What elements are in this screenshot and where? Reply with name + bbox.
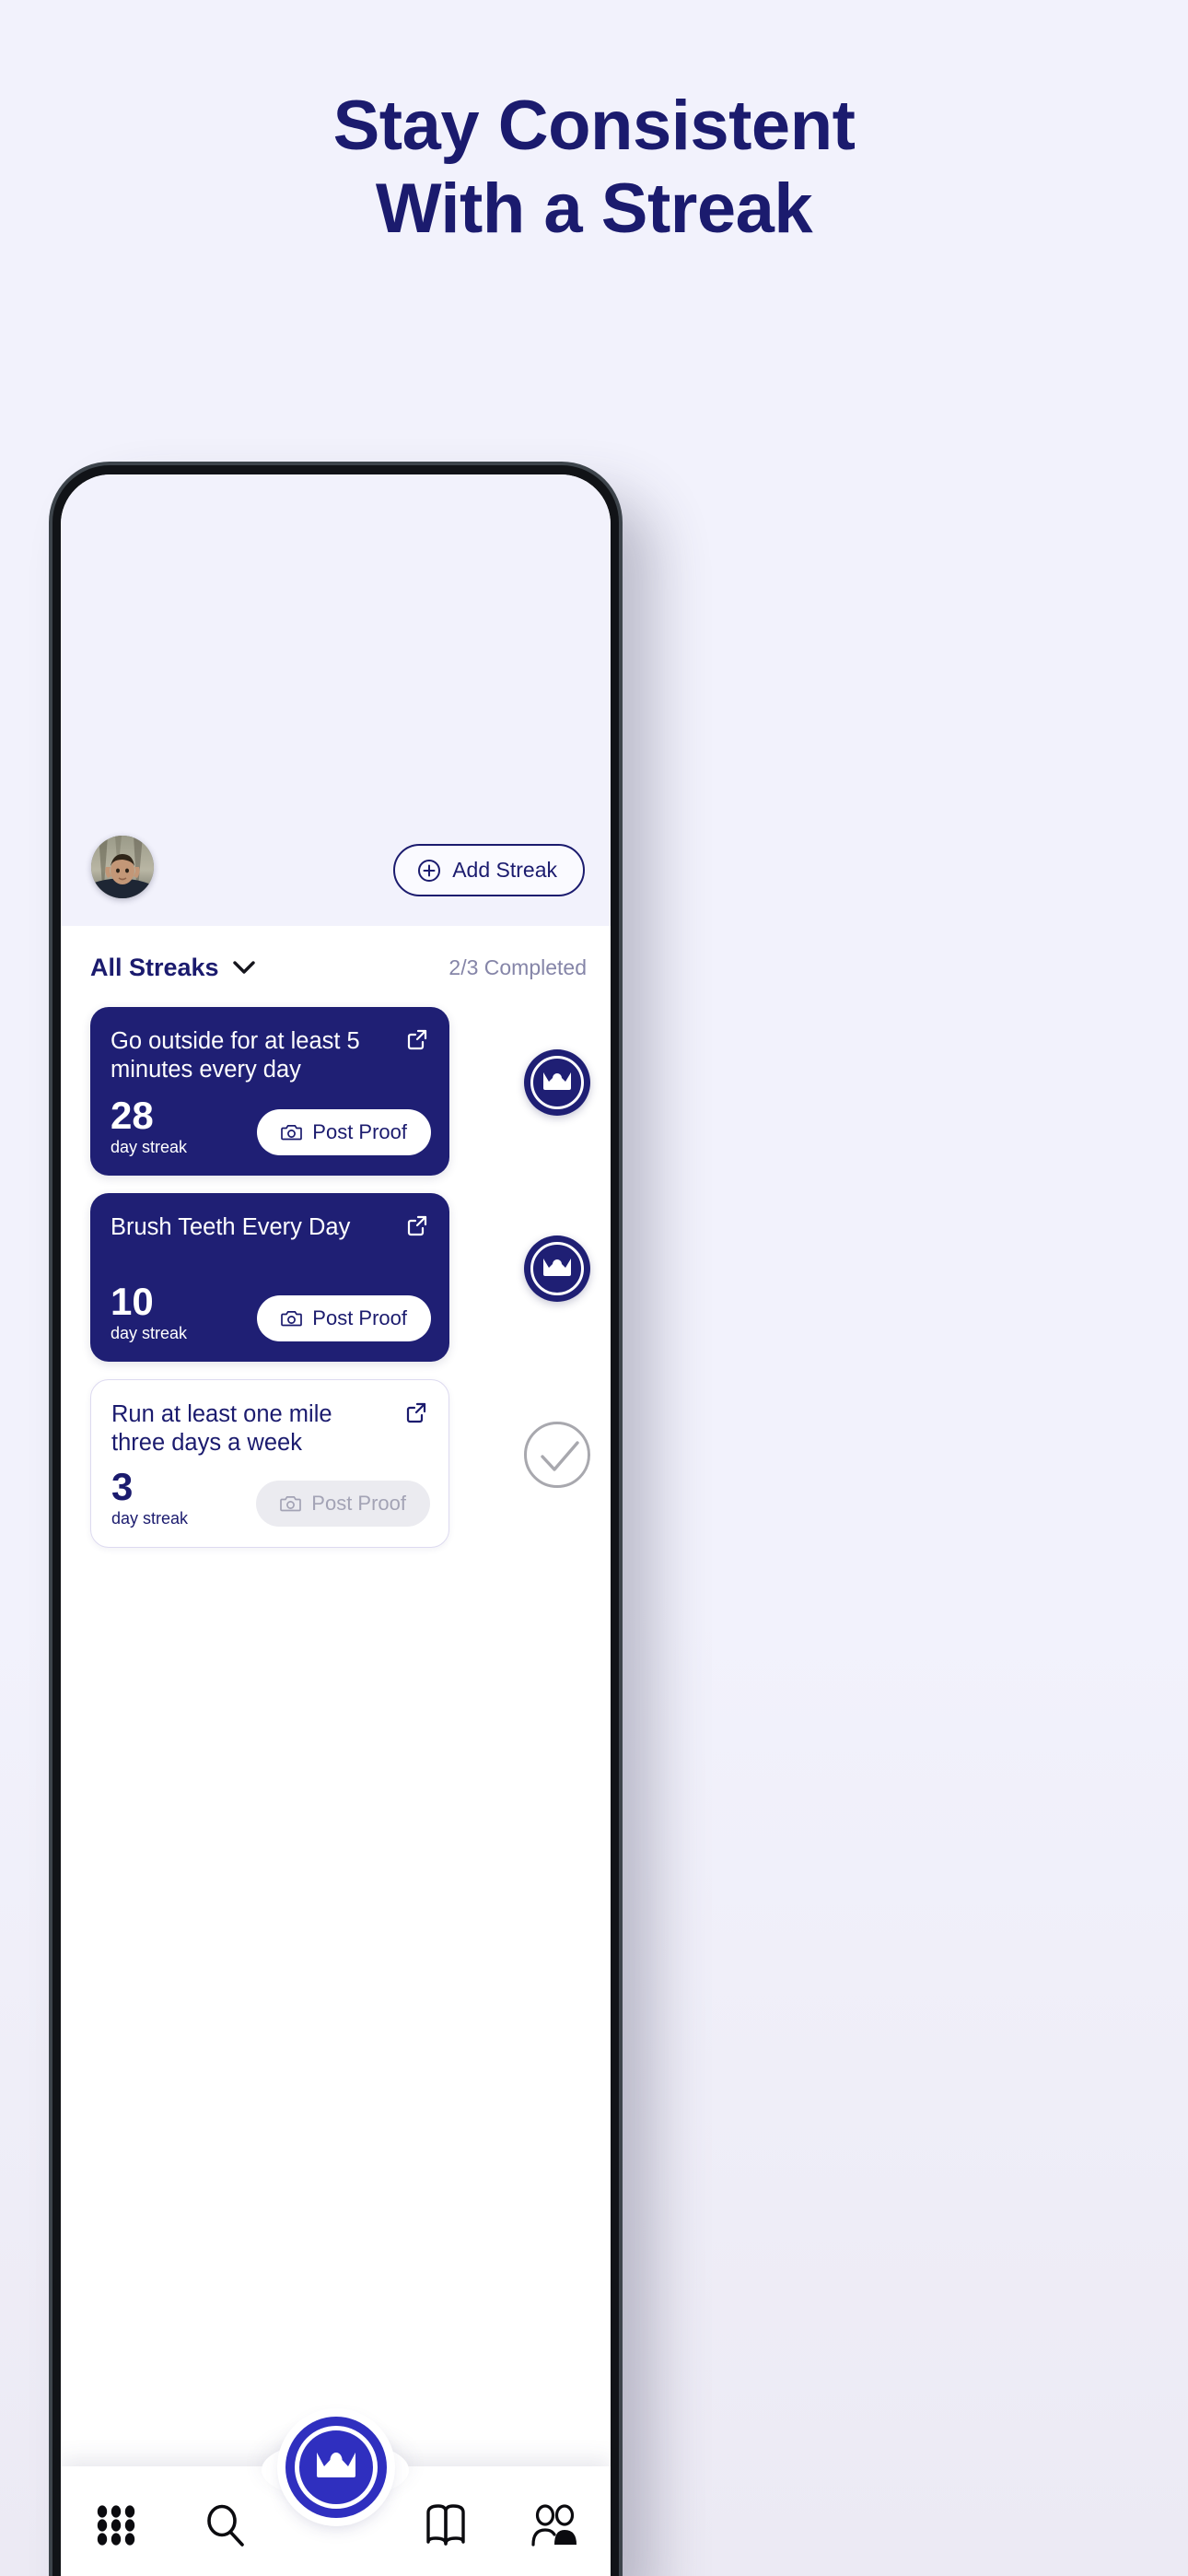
external-link-icon[interactable] [405, 1213, 429, 1237]
streak-card[interactable]: Run at least one mile three days a week … [90, 1379, 449, 1548]
phone-mockup: Add Streak All Streaks 2/3 Completed Go … [52, 465, 619, 2576]
headline-line-1: Stay Consistent [332, 87, 856, 165]
post-proof-label: Post Proof [312, 1306, 407, 1329]
nav-grid[interactable] [61, 2466, 170, 2576]
streak-title: Brush Teeth Every Day [111, 1214, 351, 1240]
external-link-icon[interactable] [404, 1400, 428, 1424]
streak-count-block: 10 day streak [111, 1280, 188, 1343]
camera-icon [280, 1496, 302, 1512]
chevron-down-icon [232, 961, 255, 974]
avatar[interactable] [91, 836, 154, 898]
bottom-navigation [61, 2417, 611, 2576]
streak-list: Go outside for at least 5 minutes every … [61, 1007, 611, 1565]
streak-unit: day streak [111, 1324, 188, 1342]
all-streaks-filter[interactable]: All Streaks [90, 954, 256, 982]
streak-count: 28 [111, 1094, 154, 1138]
streak-row: Run at least one mile three days a week … [61, 1379, 611, 1552]
people-icon [531, 2504, 577, 2547]
post-proof-button[interactable]: Post Proof [257, 1295, 431, 1341]
camera-icon [281, 1125, 303, 1141]
streak-count: 10 [111, 1280, 154, 1324]
crown-icon [543, 1259, 571, 1276]
streak-card-footer: 10 day streak Post Proof [111, 1280, 431, 1343]
book-icon [426, 2504, 465, 2546]
headline-line-2: With a Streak [375, 169, 813, 248]
add-streak-label: Add Streak [452, 858, 557, 882]
external-link-icon[interactable] [405, 1027, 429, 1051]
search-icon [207, 2504, 244, 2547]
camera-icon [281, 1311, 303, 1327]
streak-unit: day streak [111, 1138, 188, 1156]
plus-circle-icon [418, 859, 441, 882]
post-proof-label: Post Proof [311, 1492, 406, 1515]
nav-book[interactable] [390, 2466, 500, 2576]
all-streaks-label: All Streaks [90, 953, 219, 981]
promo-screenshot: Stay Consistent With a Streak Add Streak… [0, 0, 1188, 2576]
post-proof-label: Post Proof [312, 1120, 407, 1143]
streak-card-footer: 28 day streak Post Proof [111, 1094, 431, 1157]
phone-screen: Add Streak All Streaks 2/3 Completed Go … [61, 474, 611, 2576]
streak-title: Go outside for at least 5 minutes every … [111, 1028, 360, 1083]
streak-count-block: 3 day streak [111, 1465, 189, 1528]
crown-icon [317, 2453, 355, 2477]
streak-card-footer: 3 day streak Post Proof [111, 1465, 430, 1528]
grid-dots-icon [97, 2505, 134, 2546]
crown-badge[interactable] [524, 1049, 590, 1116]
streak-title: Run at least one mile three days a week [111, 1401, 332, 1457]
crown-icon [543, 1072, 571, 1090]
nav-search[interactable] [170, 2466, 280, 2576]
streak-row: Go outside for at least 5 minutes every … [61, 1007, 611, 1180]
streak-unit: day streak [111, 1509, 189, 1528]
streak-card[interactable]: Brush Teeth Every Day 10 day streak Post… [90, 1193, 449, 1362]
completed-count-label: 2/3 Completed [448, 954, 587, 979]
promo-headline: Stay Consistent With a Streak [0, 85, 1188, 250]
streak-count-block: 28 day streak [111, 1094, 188, 1157]
crown-badge[interactable] [524, 1235, 590, 1302]
nav-people[interactable] [501, 2466, 611, 2576]
streak-card[interactable]: Go outside for at least 5 minutes every … [90, 1007, 449, 1176]
add-streak-button[interactable]: Add Streak [393, 844, 585, 896]
streak-row: Brush Teeth Every Day 10 day streak Post… [61, 1193, 611, 1366]
user-avatar-photo [91, 836, 154, 898]
post-proof-button: Post Proof [256, 1481, 430, 1527]
check-circle-badge[interactable] [524, 1422, 590, 1488]
post-proof-button[interactable]: Post Proof [257, 1109, 431, 1155]
nav-crown-fab[interactable] [285, 2417, 387, 2518]
check-icon [541, 1441, 579, 1471]
streak-count: 3 [111, 1465, 134, 1509]
streak-list-header: All Streaks 2/3 Completed [61, 928, 611, 1007]
app-header: Add Streak [61, 474, 611, 926]
